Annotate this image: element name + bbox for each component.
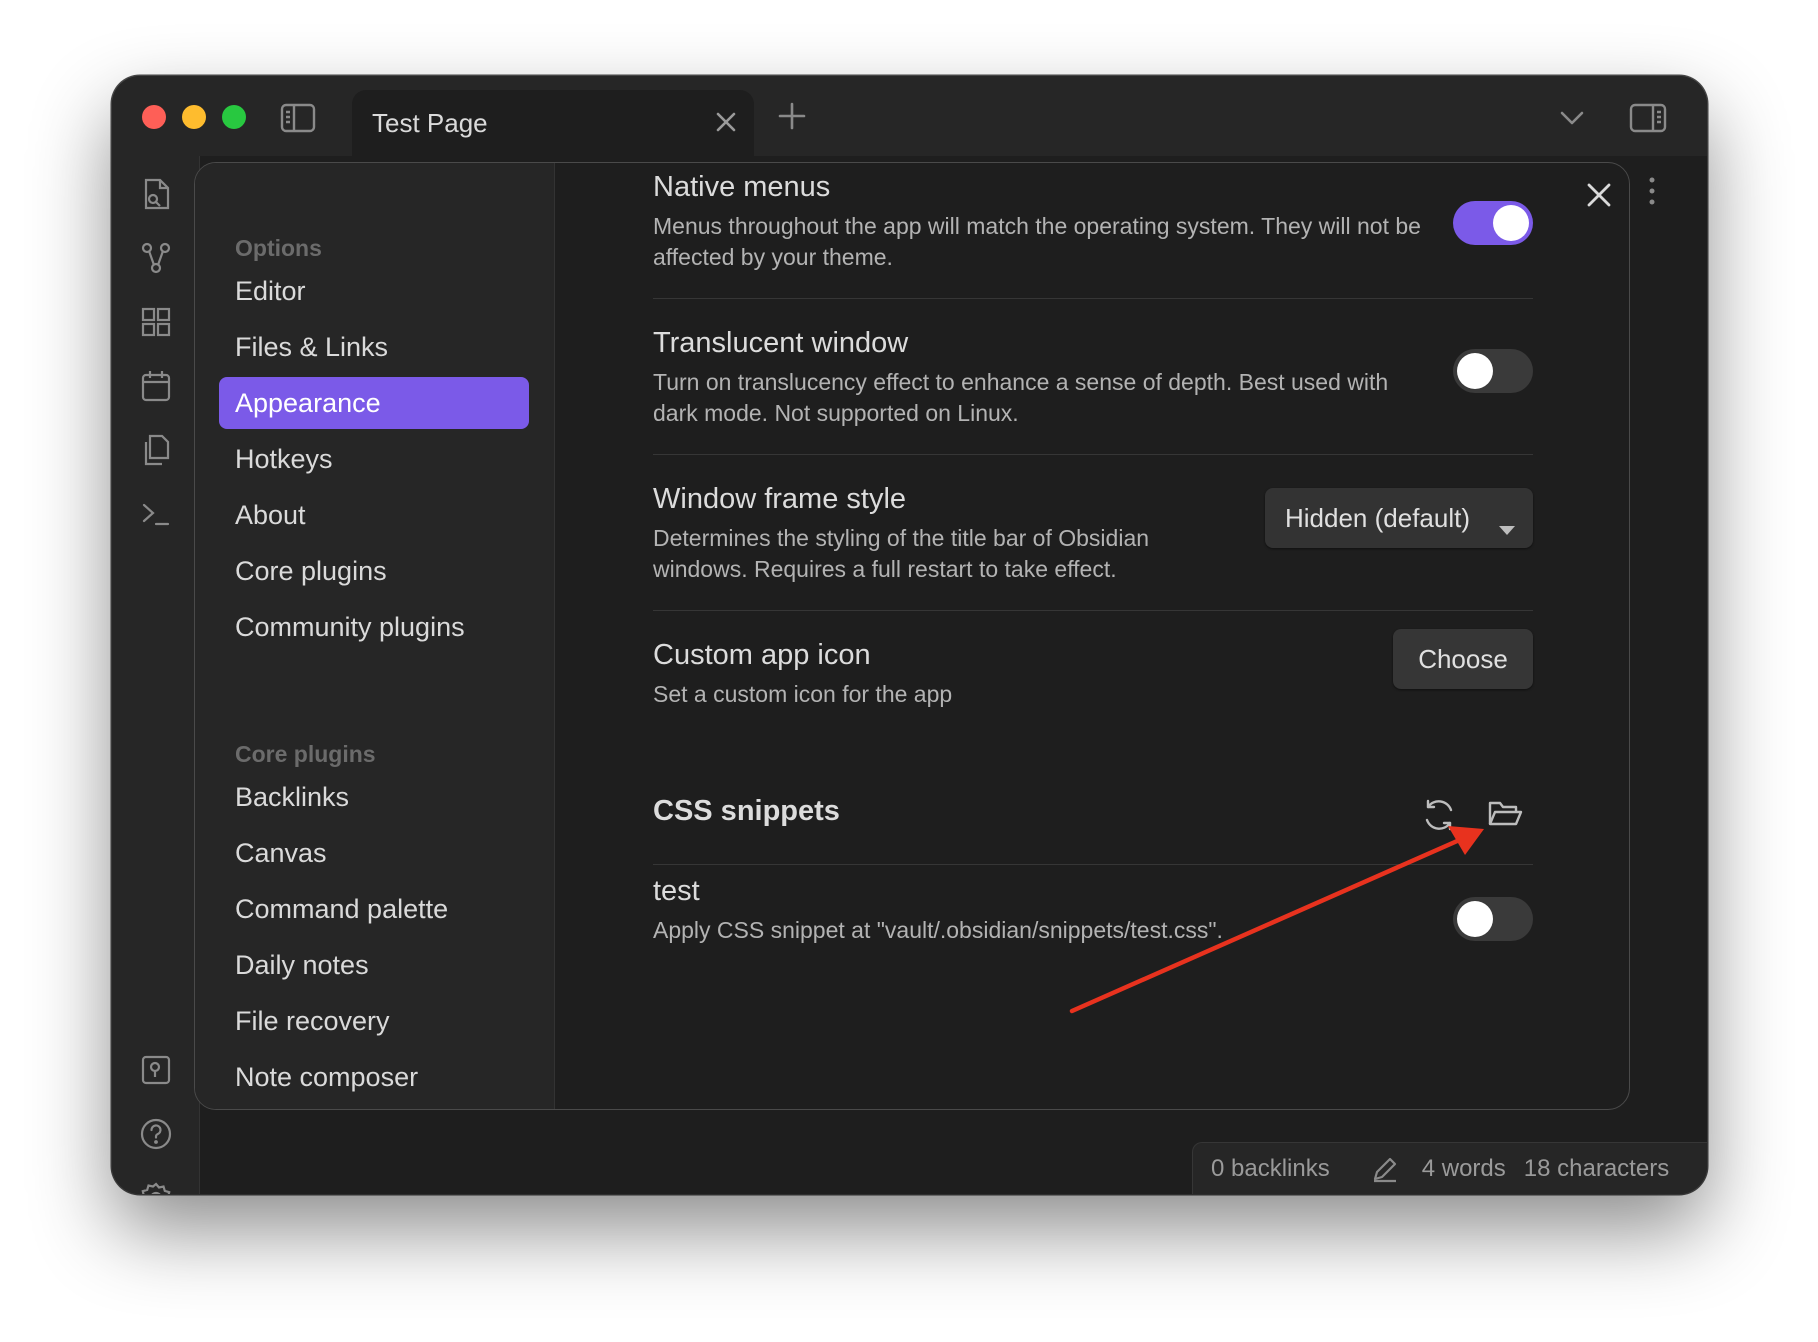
setting-name: Window frame style bbox=[653, 483, 907, 515]
help-icon[interactable] bbox=[138, 1116, 174, 1152]
minimize-window-button[interactable] bbox=[182, 105, 206, 129]
snippet-toggle[interactable] bbox=[1453, 897, 1533, 941]
tab-test-page[interactable]: Test Page bbox=[352, 90, 754, 156]
translucent-window-toggle[interactable] bbox=[1453, 349, 1533, 393]
chevron-down-icon[interactable] bbox=[1552, 98, 1592, 138]
plus-icon[interactable] bbox=[772, 96, 812, 136]
css-snippets-heading-row: CSS snippets bbox=[653, 785, 1533, 865]
setting-description: Menus throughout the app will match the … bbox=[653, 213, 1421, 270]
sidebar-item-backlinks[interactable]: Backlinks bbox=[219, 771, 529, 823]
sidebar-item-hotkeys[interactable]: Hotkeys bbox=[219, 433, 529, 485]
sidebar-item-appearance[interactable]: Appearance bbox=[219, 377, 529, 429]
zoom-window-button[interactable] bbox=[222, 105, 246, 129]
choose-button[interactable]: Choose bbox=[1393, 629, 1533, 689]
character-count: 18 characters bbox=[1523, 1154, 1670, 1182]
setting-custom-app-icon: Custom app icon Set a custom icon for th… bbox=[653, 629, 1533, 739]
sidebar-item-files-links[interactable]: Files & Links bbox=[219, 321, 529, 373]
tab-title: Test Page bbox=[372, 108, 488, 138]
options-heading: Options bbox=[235, 235, 322, 261]
status-bar: 0 backlinks 4 words 18 characters bbox=[1192, 1142, 1707, 1194]
copy-icon[interactable] bbox=[138, 432, 174, 468]
css-snippets-title: CSS snippets bbox=[653, 795, 840, 827]
folder-open-icon[interactable] bbox=[1485, 793, 1525, 833]
setting-description: Determines the styling of the title bar … bbox=[653, 525, 1150, 582]
vault-icon[interactable] bbox=[138, 1052, 174, 1088]
app-window: Test Page 0 backlinks 4 words 18 charact… bbox=[112, 76, 1707, 1194]
search-file-icon[interactable] bbox=[138, 176, 174, 212]
sidebar-item-community-plugins[interactable]: Community plugins bbox=[219, 601, 529, 653]
sidebar-item-editor[interactable]: Editor bbox=[219, 265, 529, 317]
setting-name: Custom app icon bbox=[653, 639, 871, 671]
sidebar-item-file-recovery[interactable]: File recovery bbox=[219, 995, 529, 1047]
settings-sidebar: Options Editor Files & Links Appearance … bbox=[195, 163, 555, 1109]
setting-description: Set a custom icon for the app bbox=[653, 681, 953, 707]
terminal-icon[interactable] bbox=[138, 496, 174, 532]
snippet-name: test bbox=[653, 875, 700, 907]
snippet-row: test Apply CSS snippet at "vault/.obsidi… bbox=[653, 875, 1533, 975]
core-plugins-heading: Core plugins bbox=[235, 741, 376, 767]
sidebar-item-canvas[interactable]: Canvas bbox=[219, 827, 529, 879]
sidebar-item-daily-notes[interactable]: Daily notes bbox=[219, 939, 529, 991]
sidebar-item-core-plugins[interactable]: Core plugins bbox=[219, 545, 529, 597]
more-options-icon[interactable] bbox=[1647, 176, 1657, 211]
reload-icon[interactable] bbox=[1419, 795, 1459, 835]
native-menus-toggle[interactable] bbox=[1453, 201, 1533, 245]
sidebar-item-command-palette[interactable]: Command palette bbox=[219, 883, 529, 935]
sidebar-toggle-icon[interactable] bbox=[278, 98, 318, 138]
title-bar: Test Page bbox=[112, 76, 1707, 156]
close-icon[interactable] bbox=[712, 108, 740, 141]
setting-name: Translucent window bbox=[653, 327, 909, 359]
snippet-description: Apply CSS snippet at "vault/.obsidian/sn… bbox=[653, 917, 1223, 943]
caret-down-icon bbox=[1499, 512, 1515, 543]
setting-native-menus: Native menus Menus throughout the app wi… bbox=[653, 171, 1533, 299]
dashboard-icon[interactable] bbox=[138, 304, 174, 340]
setting-name: Native menus bbox=[653, 171, 831, 203]
modal-close-icon[interactable] bbox=[1585, 181, 1613, 214]
calendar-icon[interactable] bbox=[138, 368, 174, 404]
word-count: 4 words bbox=[1421, 1154, 1506, 1182]
settings-modal: Options Editor Files & Links Appearance … bbox=[194, 162, 1630, 1110]
gear-icon[interactable] bbox=[138, 1180, 174, 1194]
setting-description: Turn on translucency effect to enhance a… bbox=[653, 369, 1389, 426]
setting-window-frame-style: Window frame style Determines the stylin… bbox=[653, 483, 1533, 611]
sidebar-item-about[interactable]: About bbox=[219, 489, 529, 541]
backlinks-count[interactable]: 0 backlinks bbox=[1211, 1155, 1330, 1183]
sidebar-item-note-composer[interactable]: Note composer bbox=[219, 1051, 529, 1103]
left-ribbon bbox=[112, 156, 200, 1194]
right-sidebar-icon[interactable] bbox=[1626, 98, 1670, 138]
window-frame-style-dropdown[interactable]: Hidden (default) bbox=[1265, 488, 1533, 548]
dropdown-value: Hidden (default) bbox=[1285, 502, 1470, 533]
pencil-icon[interactable] bbox=[1370, 1154, 1400, 1184]
close-window-button[interactable] bbox=[142, 105, 166, 129]
setting-translucent-window: Translucent window Turn on translucency … bbox=[653, 327, 1533, 455]
graph-icon[interactable] bbox=[138, 240, 174, 276]
